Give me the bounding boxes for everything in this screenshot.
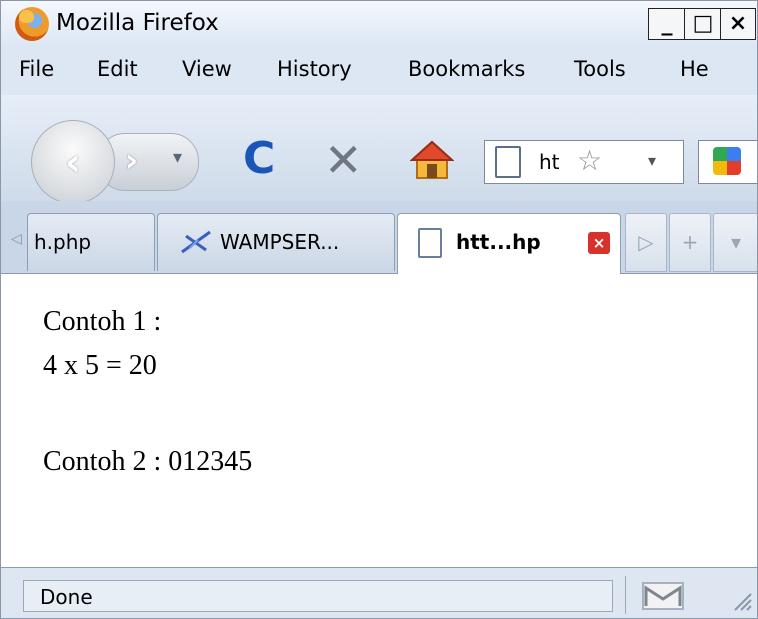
tab-close-icon[interactable]: × [588,232,610,254]
tab-wampserver[interactable]: WAMPSER... [157,213,395,271]
history-dropdown-icon[interactable]: ▾ [173,147,182,168]
home-icon[interactable] [410,139,454,181]
menu-file[interactable]: File [19,57,54,81]
gmail-notifier-icon[interactable] [642,582,684,610]
page-content: Contoh 1 : 4 x 5 = 20 Contoh 2 : 012345 [1,274,757,567]
menu-view[interactable]: View [182,57,232,81]
search-bar[interactable] [698,140,757,184]
wampserver-icon [181,230,211,254]
tab-label: h.php [34,230,92,254]
tab-label: htt...hp [456,230,541,254]
tab-scroll-right-icon[interactable]: ▷ [625,213,667,272]
resize-grip-icon[interactable] [729,588,753,612]
menu-help[interactable]: He [680,57,709,81]
window-title: Mozilla Firefox [56,10,219,36]
firefox-window: Mozilla Firefox _ □ × File Edit View His… [0,0,758,619]
tab-bar: ◁ h.php WAMPSER... htt...hp × ▷ + ▾ [1,201,757,274]
tab-list-dropdown-icon[interactable]: ▾ [713,213,757,272]
menu-history[interactable]: History [277,57,352,81]
back-button[interactable]: ‹ [31,120,115,204]
menu-bar: File Edit View History Bookmarks Tools H… [1,46,757,95]
menu-tools[interactable]: Tools [574,57,626,81]
status-text: Done [23,580,613,612]
menu-edit[interactable]: Edit [97,57,138,81]
url-text[interactable]: ht [539,150,560,174]
forward-arrow-icon: › [125,141,139,179]
page-icon [418,228,442,258]
tab-label: WAMPSER... [220,230,340,254]
content-line: Contoh 2 : 012345 [43,446,253,477]
menu-bookmarks[interactable]: Bookmarks [408,57,525,81]
url-bar[interactable]: ht ☆ ▾ [484,140,684,184]
tab-active-page[interactable]: htt...hp × [397,213,621,274]
tab-scroll-left-icon[interactable]: ◁ [11,231,22,247]
title-bar: Mozilla Firefox _ □ × [1,1,757,46]
firefox-logo-icon [15,7,49,41]
maximize-button[interactable]: □ [684,8,722,40]
tab-php[interactable]: h.php [27,213,155,271]
stop-icon[interactable]: ✕ [324,133,363,187]
minimize-button[interactable]: _ [648,8,686,40]
close-window-button[interactable]: × [720,8,756,40]
content-line: Contoh 1 : [43,306,162,337]
back-arrow-icon: ‹ [65,140,81,184]
google-icon[interactable] [713,147,741,175]
content-line: 4 x 5 = 20 [43,350,157,381]
url-dropdown-icon[interactable]: ▾ [648,151,656,170]
navigation-toolbar: ‹ › ▾ C ✕ ht ☆ ▾ [1,95,757,204]
bookmark-star-icon[interactable]: ☆ [577,144,602,177]
page-icon [495,146,521,178]
reload-icon[interactable]: C [243,133,275,184]
new-tab-button[interactable]: + [669,213,711,272]
status-bar: Done [1,567,757,618]
